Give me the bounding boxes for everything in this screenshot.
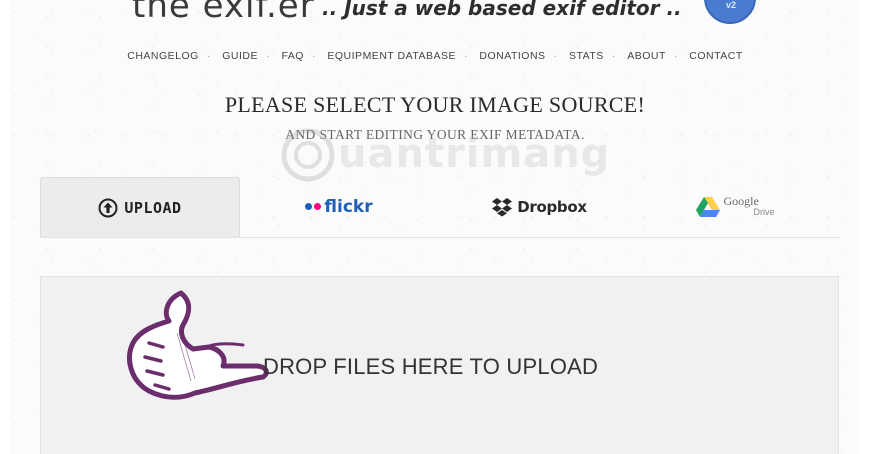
site-tagline: .. Just a web based exif editor .. — [322, 0, 682, 20]
version-badge-text: v2 — [726, 0, 737, 10]
top-nav: CHANGELOG · GUIDE · FAQ · EQUIPMENT DATABAS… — [127, 50, 743, 62]
google-drive-icon — [695, 196, 720, 217]
file-dropzone[interactable]: DROP FILES HERE TO UPLOAD — [40, 276, 839, 454]
nav-changelog[interactable]: CHANGELOG — [127, 50, 199, 62]
tab-dropbox-label: Dropbox — [517, 197, 587, 216]
page-subtitle: AND START EDITING YOUR EXIF METADATA. — [285, 127, 585, 142]
nav-contact[interactable]: CONTACT — [689, 50, 742, 62]
nav-equipment-database[interactable]: EQUIPMENT DATABASE — [327, 50, 456, 62]
tab-flickr[interactable]: flickr — [240, 177, 438, 236]
site-header: the exif.er .. Just a web based exif edi… — [132, 0, 772, 26]
nav-about[interactable]: ABOUT — [627, 50, 666, 62]
source-tabs: UPLOAD flickr Dropbox Google Drive — [40, 177, 840, 238]
nav-donations[interactable]: DONATIONS — [479, 50, 545, 62]
nav-guide[interactable]: GUIDE — [222, 50, 258, 62]
site-logo[interactable]: the exif.er — [132, 0, 315, 26]
page-title: PLEASE SELECT YOUR IMAGE SOURCE! — [224, 92, 646, 117]
version-badge-icon: v2 — [704, 0, 756, 24]
page-frame: the exif.er .. Just a web based exif edi… — [10, 0, 860, 454]
nav-faq[interactable]: FAQ — [281, 50, 304, 62]
upload-arrow-icon — [98, 198, 118, 217]
tab-drive-label: Drive — [753, 206, 775, 217]
tab-dropbox[interactable]: Dropbox — [440, 177, 638, 236]
flickr-dots-icon — [305, 203, 322, 210]
tab-flickr-label: flickr — [324, 196, 373, 217]
nav-stats[interactable]: STATS — [569, 50, 604, 62]
dropzone-label: DROP FILES HERE TO UPLOAD — [263, 354, 599, 379]
dropbox-icon — [492, 197, 513, 216]
pointing-hand-icon — [127, 290, 269, 400]
tab-upload-label: UPLOAD — [124, 198, 182, 217]
tab-google-drive[interactable]: Google Drive — [640, 177, 838, 236]
tab-upload[interactable]: UPLOAD — [40, 177, 240, 237]
